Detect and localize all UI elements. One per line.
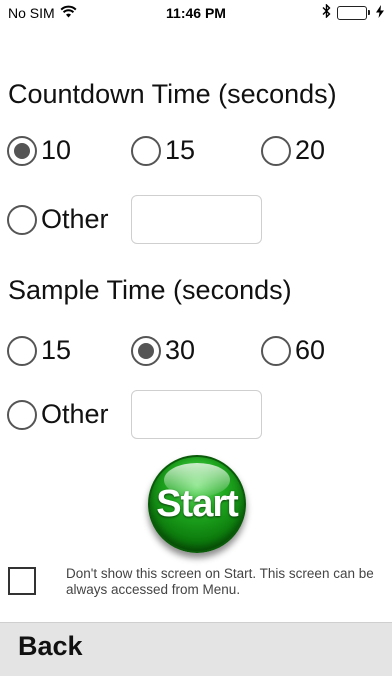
countdown-other-input[interactable]: [131, 195, 262, 244]
radio-label: Other: [41, 399, 109, 429]
countdown-option-15[interactable]: 15: [131, 135, 195, 166]
dont-show-note: Don't show this screen on Start. This sc…: [66, 566, 374, 597]
radio-selected-icon: [131, 335, 161, 366]
radio-label: 20: [295, 135, 326, 165]
countdown-title: Countdown Time (seconds): [8, 79, 337, 109]
countdown-option-20[interactable]: 20: [261, 135, 325, 166]
sample-option-60[interactable]: 60: [261, 335, 325, 366]
radio-unselected-icon: [7, 399, 37, 430]
dont-show-checkbox[interactable]: [8, 567, 36, 595]
radio-selected-icon: [7, 135, 37, 166]
sample-option-15[interactable]: 15: [7, 335, 71, 366]
sample-other-input[interactable]: [131, 390, 262, 439]
bottom-bar: Back: [0, 622, 392, 676]
radio-label: 30: [165, 335, 196, 365]
radio-unselected-icon: [261, 135, 291, 166]
bluetooth-icon: [322, 3, 331, 21]
radio-label: Other: [41, 204, 109, 234]
radio-label: 15: [41, 335, 72, 365]
start-button[interactable]: Start: [148, 455, 246, 553]
radio-unselected-icon: [7, 335, 37, 366]
radio-label: 60: [295, 335, 326, 365]
radio-label: 15: [165, 135, 196, 165]
start-button-label: Start: [156, 482, 239, 525]
radio-label: 10: [41, 135, 72, 165]
countdown-option-10[interactable]: 10: [7, 135, 71, 166]
status-bar: No SIM 11:46 PM: [0, 0, 392, 28]
sample-option-30[interactable]: 30: [131, 335, 195, 366]
settings-screen: No SIM 11:46 PM Countdown Time (seconds)…: [0, 0, 392, 696]
status-right: [322, 3, 384, 21]
radio-unselected-icon: [131, 135, 161, 166]
sample-title: Sample Time (seconds): [8, 275, 292, 305]
radio-unselected-icon: [7, 204, 37, 235]
charging-bolt-icon: [376, 4, 384, 21]
countdown-option-other[interactable]: Other: [7, 204, 109, 235]
radio-unselected-icon: [261, 335, 291, 366]
battery-icon: [337, 5, 370, 20]
back-button[interactable]: Back: [18, 631, 83, 662]
sample-option-other[interactable]: Other: [7, 399, 109, 430]
